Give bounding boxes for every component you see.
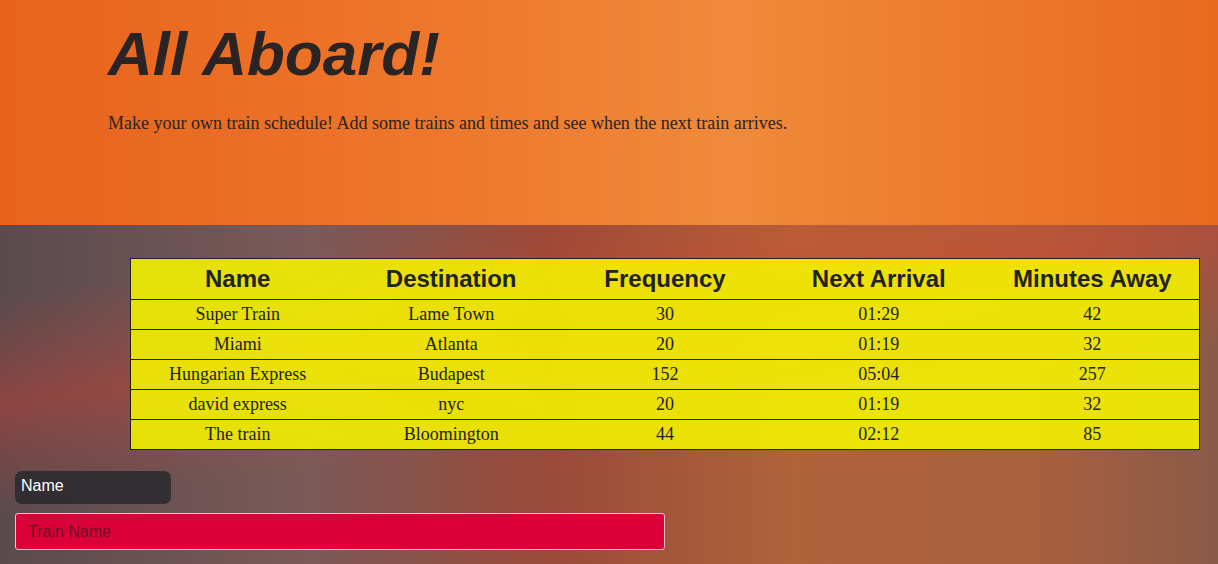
- header: All Aboard! Make your own train schedule!…: [0, 0, 1218, 225]
- column-header: Frequency: [558, 259, 772, 300]
- table-cell: 152: [558, 360, 772, 390]
- subtitle: Make your own train schedule! Add some t…: [108, 113, 1194, 134]
- table-cell: 257: [986, 360, 1200, 390]
- table-row: The trainBloomington4402:1285: [131, 420, 1200, 450]
- table-cell: 32: [986, 390, 1200, 420]
- train-name-input[interactable]: [15, 513, 665, 550]
- table-cell: The train: [131, 420, 345, 450]
- table-cell: 32: [986, 330, 1200, 360]
- column-header: Destination: [344, 259, 558, 300]
- table-cell: 20: [558, 330, 772, 360]
- table-row: Hungarian ExpressBudapest15205:04257: [131, 360, 1200, 390]
- table-cell: Bloomington: [344, 420, 558, 450]
- table-cell: Atlanta: [344, 330, 558, 360]
- title: All Aboard!: [108, 14, 1194, 95]
- table-cell: 02:12: [772, 420, 986, 450]
- page: All Aboard! Make your own train schedule!…: [0, 0, 1218, 564]
- name-label: Name: [15, 471, 171, 504]
- header-row: NameDestinationFrequencyNext ArrivalMinu…: [131, 259, 1200, 300]
- table-cell: Hungarian Express: [131, 360, 345, 390]
- table-cell: Lame Town: [344, 300, 558, 330]
- table-row: MiamiAtlanta2001:1932: [131, 330, 1200, 360]
- table-row: Super TrainLame Town3001:2942: [131, 300, 1200, 330]
- table-cell: Super Train: [131, 300, 345, 330]
- table-cell: 85: [986, 420, 1200, 450]
- schedule-table: NameDestinationFrequencyNext ArrivalMinu…: [130, 258, 1200, 450]
- table-head: NameDestinationFrequencyNext ArrivalMinu…: [131, 259, 1200, 300]
- table-cell: 42: [986, 300, 1200, 330]
- train-form: Name: [15, 471, 1218, 550]
- column-header: Minutes Away: [986, 259, 1200, 300]
- table-cell: 44: [558, 420, 772, 450]
- table-cell: Miami: [131, 330, 345, 360]
- table-cell: 01:29: [772, 300, 986, 330]
- table-cell: nyc: [344, 390, 558, 420]
- column-header: Next Arrival: [772, 259, 986, 300]
- column-header: Name: [131, 259, 345, 300]
- table-cell: 30: [558, 300, 772, 330]
- table-cell: Budapest: [344, 360, 558, 390]
- table-body: Super TrainLame Town3001:2942MiamiAtlant…: [131, 300, 1200, 450]
- table-row: david expressnyc2001:1932: [131, 390, 1200, 420]
- table-cell: 01:19: [772, 390, 986, 420]
- table-cell: 01:19: [772, 330, 986, 360]
- table-cell: 05:04: [772, 360, 986, 390]
- table-cell: david express: [131, 390, 345, 420]
- table-cell: 20: [558, 390, 772, 420]
